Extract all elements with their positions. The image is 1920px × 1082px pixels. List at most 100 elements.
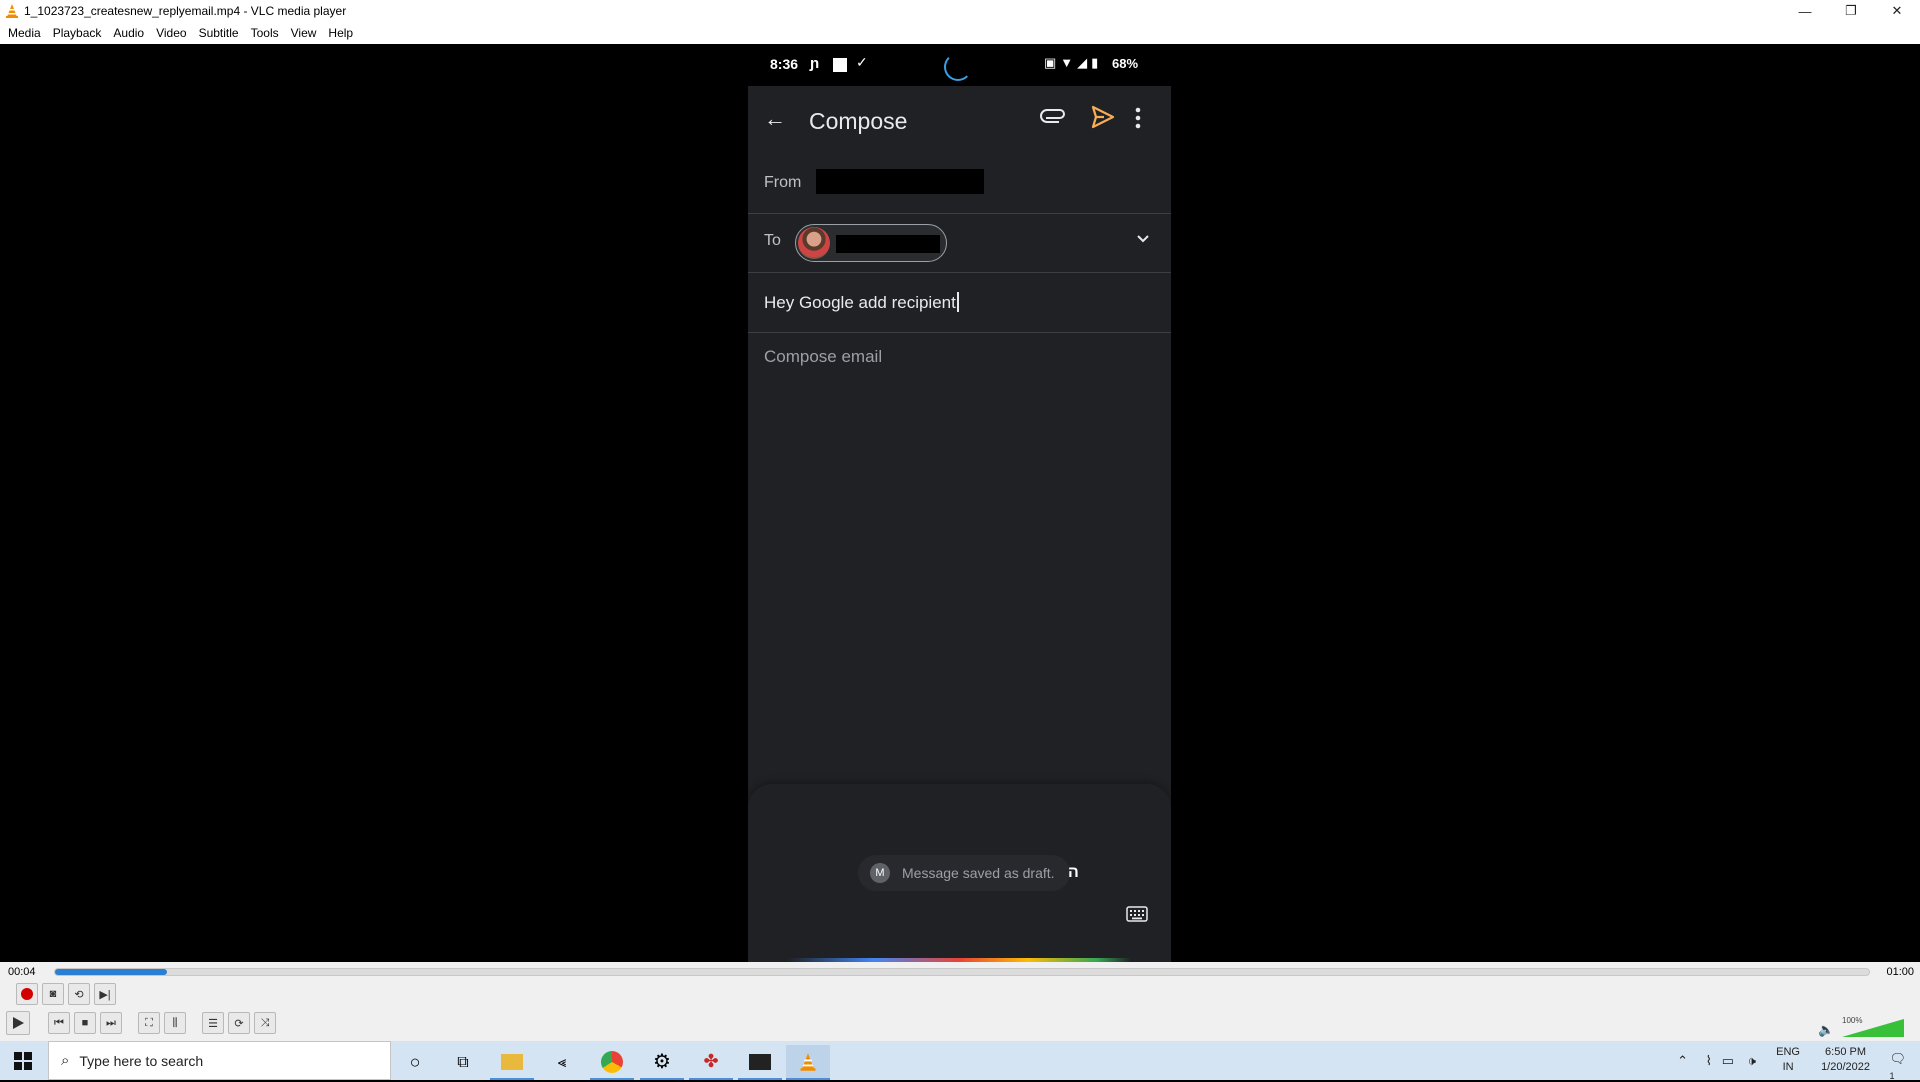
chrome-button[interactable] — [590, 1045, 634, 1080]
red-app-icon: ✤ — [703, 1051, 719, 1071]
skip-back-icon: ⏮ — [54, 1016, 64, 1029]
playlist-icon: ☰ — [208, 1017, 218, 1030]
window-title: 1_1023723_createsnew_replyemail.mp4 - VL… — [24, 4, 347, 18]
search-input[interactable] — [79, 1052, 360, 1069]
back-arrow-icon[interactable]: ← — [764, 106, 786, 132]
settings-button[interactable]: ⚙ — [640, 1045, 684, 1080]
windows-start-icon[interactable] — [14, 1052, 32, 1070]
taskbar: ⌕ ○ ⧉ ⪡ ⚙ ✤ ⌃ ⌇ ▭ 🕩 ENG IN 6:50 PM 1/20/20… — [0, 1041, 1920, 1082]
taskbar-search[interactable]: ⌕ — [48, 1041, 391, 1080]
next-button[interactable]: ⏭ — [100, 1012, 122, 1034]
loading-spinner-icon — [944, 53, 972, 81]
menu-media[interactable]: Media — [2, 22, 47, 44]
speaker-icon[interactable]: 🕩 — [1748, 1053, 1756, 1069]
status-time: 8:36 — [770, 56, 799, 72]
app-button-arrow[interactable]: ⪡ — [540, 1045, 584, 1080]
phone-screen: 8:36 ɲ ✓ ▣ ▼ ◢ ▮ 68% ← Compose From To H… — [748, 44, 1171, 962]
menu-playback[interactable]: Playback — [47, 22, 108, 44]
loop-ab-button[interactable]: ⟲ — [68, 983, 90, 1005]
app-button-red[interactable]: ✤ — [689, 1045, 733, 1080]
subject-text: Hey Google add recipient — [764, 293, 956, 312]
cortana-button[interactable]: ○ — [393, 1045, 437, 1080]
from-label: From — [764, 174, 802, 191]
signal-icon: ◢ — [1077, 55, 1088, 70]
record-icon — [21, 988, 33, 1000]
chrome-icon — [601, 1050, 623, 1073]
playlist-button[interactable]: ☰ — [202, 1012, 224, 1034]
menu-audio[interactable]: Audio — [107, 22, 150, 44]
gmail-icon: M — [870, 863, 890, 883]
equalizer-icon: ⫼ — [172, 1016, 178, 1029]
compose-body-field[interactable]: Compose email — [764, 347, 882, 367]
title-bar: 1_1023723_createsnew_replyemail.mp4 - VL… — [0, 0, 1920, 22]
subject-field[interactable]: Hey Google add recipient — [764, 292, 959, 313]
arrow-app-icon: ⪡ — [557, 1054, 567, 1071]
loop-ab-icon: ⟲ — [74, 988, 84, 1001]
recipient-redacted — [836, 235, 940, 253]
battery-icon: ▮ — [1091, 55, 1099, 70]
extended-settings-button[interactable]: ⫼ — [164, 1012, 186, 1034]
previous-button[interactable]: ⏮ — [48, 1012, 70, 1034]
video-area[interactable]: 8:36 ɲ ✓ ▣ ▼ ◢ ▮ 68% ← Compose From To H… — [0, 44, 1920, 962]
terminal-icon — [749, 1053, 771, 1070]
task-view-button[interactable]: ⧉ — [441, 1045, 485, 1080]
to-label: To — [764, 232, 781, 249]
lang-code: ENG — [1776, 1046, 1800, 1058]
total-time: 01:00 — [1886, 966, 1914, 978]
assistant-transcript: ה — [1068, 864, 1079, 881]
cast-icon: ▣ — [1044, 55, 1057, 70]
speaker-icon[interactable]: 🔈 — [1818, 1022, 1834, 1038]
loop-button[interactable]: ⟳ — [228, 1012, 250, 1034]
play-icon — [13, 1017, 24, 1029]
menu-help[interactable]: Help — [322, 22, 359, 44]
volume-slider[interactable] — [1842, 1017, 1904, 1037]
record-button[interactable] — [16, 983, 38, 1005]
input-language[interactable]: ENG IN — [1776, 1045, 1800, 1075]
vlc-taskbar-button[interactable] — [786, 1045, 830, 1080]
menu-subtitle[interactable]: Subtitle — [193, 22, 245, 44]
to-row[interactable]: To — [748, 214, 1171, 273]
from-row[interactable]: From — [748, 156, 1171, 214]
close-button[interactable]: ✕ — [1874, 0, 1920, 22]
chevron-down-icon[interactable] — [1135, 231, 1151, 247]
send-icon[interactable] — [1090, 104, 1116, 130]
fullscreen-button[interactable]: ⛶ — [138, 1012, 160, 1034]
restore-button[interactable]: ❐ — [1828, 0, 1874, 22]
fullscreen-icon: ⛶ — [145, 1016, 153, 1029]
page-title: Compose — [809, 108, 908, 134]
network-icon[interactable]: ⌇ — [1706, 1053, 1712, 1069]
clock-time: 6:50 PM — [1825, 1046, 1867, 1058]
battery-icon[interactable]: ▭ — [1722, 1053, 1734, 1069]
vlc-cone-icon — [6, 4, 18, 18]
play-button[interactable] — [6, 1011, 30, 1035]
menu-video[interactable]: Video — [150, 22, 192, 44]
terminal-button[interactable] — [738, 1045, 782, 1080]
menu-view[interactable]: View — [285, 22, 323, 44]
keyboard-icon[interactable] — [1126, 906, 1148, 922]
lang-region: IN — [1782, 1061, 1794, 1073]
notification-center-icon[interactable]: 🗨1 — [1889, 1051, 1906, 1082]
compose-app-bar: ← Compose — [748, 86, 1171, 156]
notification-check-icon: ✓ — [856, 54, 868, 70]
attachment-icon[interactable] — [1040, 104, 1068, 132]
draft-saved-toast: M Message saved as draft. — [858, 855, 1070, 891]
subject-row[interactable]: Hey Google add recipient — [748, 273, 1171, 333]
stop-button[interactable]: ■ — [74, 1012, 96, 1034]
more-vert-icon[interactable] — [1134, 104, 1142, 132]
seek-bar[interactable] — [54, 968, 1870, 976]
menu-tools[interactable]: Tools — [245, 22, 285, 44]
elapsed-time: 00:04 — [8, 966, 36, 978]
frame-step-button[interactable]: ▶| — [94, 983, 116, 1005]
recipient-chip[interactable] — [795, 224, 947, 262]
clock[interactable]: 6:50 PM 1/20/2022 — [1821, 1045, 1870, 1075]
chevron-up-icon[interactable]: ⌃ — [1677, 1053, 1688, 1069]
camera-icon: ◙ — [49, 988, 57, 1000]
shuffle-icon: ⤨ — [260, 1016, 270, 1029]
gear-icon: ⚙ — [653, 1051, 671, 1073]
battery-percent: 68% — [1112, 56, 1139, 71]
shuffle-button[interactable]: ⤨ — [254, 1012, 276, 1034]
notification-square-icon — [833, 58, 847, 72]
minimize-button[interactable]: — — [1782, 0, 1828, 22]
file-explorer-button[interactable] — [490, 1045, 534, 1080]
snapshot-button[interactable]: ◙ — [42, 983, 64, 1005]
